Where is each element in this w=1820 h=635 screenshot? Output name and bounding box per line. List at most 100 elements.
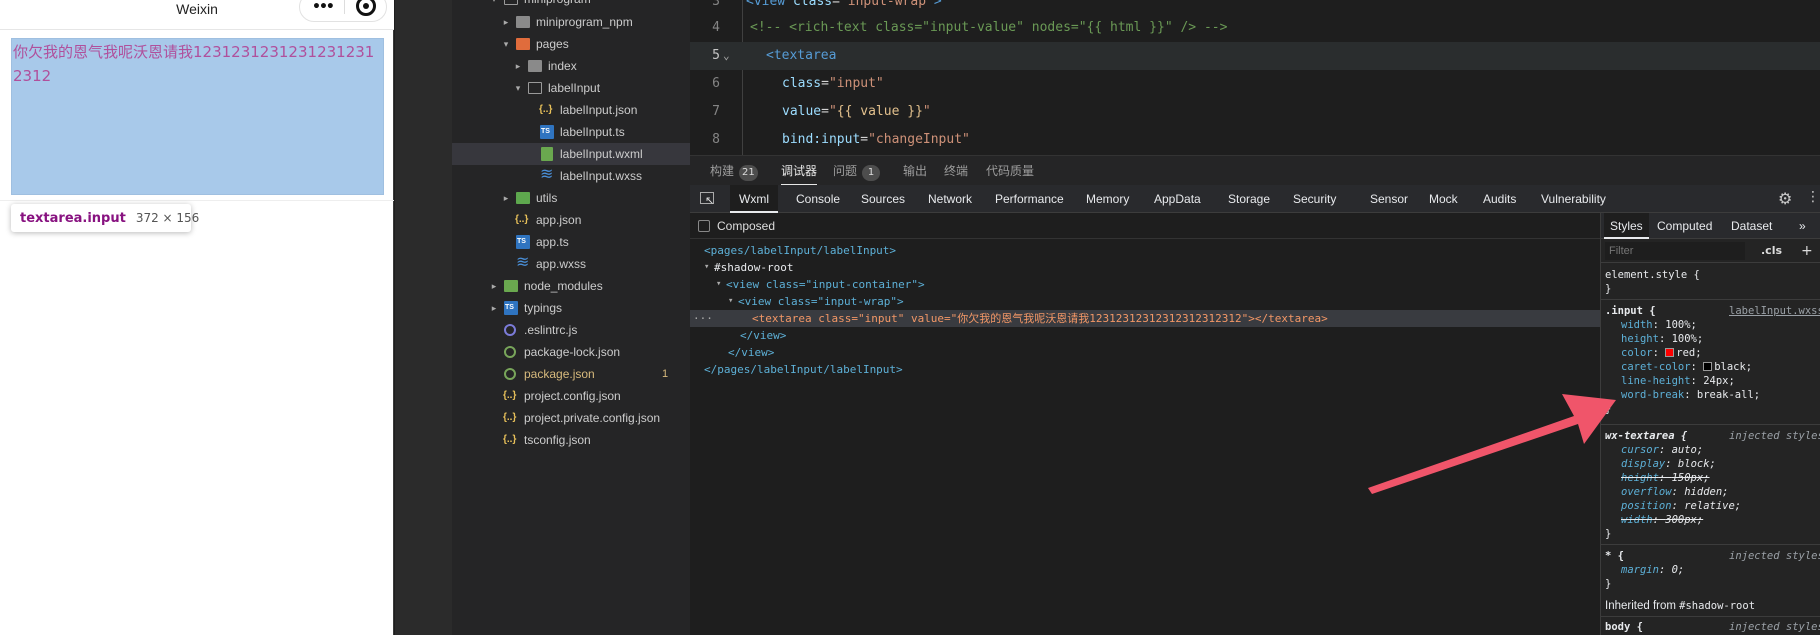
css-property-overflow[interactable]: overflow: hidden; [1621, 485, 1820, 499]
tab-debugger[interactable]: 调试器 [781, 156, 818, 186]
css-property-height[interactable]: height: 100%; [1621, 332, 1820, 346]
tab-problems[interactable]: 问题 1 [833, 156, 881, 186]
tree-item-node-modules[interactable]: ▸ node_modules [452, 275, 690, 297]
tab-sources[interactable]: Sources [852, 185, 914, 213]
css-property-line-height[interactable]: line-height: 24px; [1621, 374, 1820, 388]
more-tabs-icon[interactable]: » [1793, 213, 1812, 239]
body-rule-header[interactable]: body {injected styles [1605, 620, 1820, 634]
expand-arrow-icon[interactable]: ▾ [704, 259, 709, 276]
css-property-caret-color[interactable]: caret-color: black; [1621, 360, 1820, 374]
tree-item-typings[interactable]: ▸ typings [452, 297, 690, 319]
expand-arrow-icon[interactable]: ▾ [716, 276, 721, 293]
css-property-display[interactable]: display: block; [1621, 457, 1820, 471]
star-rule-header[interactable]: * {injected styles [1605, 549, 1820, 563]
tree-item-labelinput[interactable]: ▾ labelInput [452, 77, 690, 99]
css-property-width[interactable]: width: 300px; [1621, 513, 1820, 527]
cls-toggle-button[interactable]: .cls [1761, 239, 1782, 263]
code-line[interactable]: 6 class="input" [690, 70, 1820, 98]
tab-audits[interactable]: Audits [1474, 185, 1525, 213]
tab-vulnerability[interactable]: Vulnerability [1532, 185, 1615, 213]
tree-item-labelinput-json[interactable]: labelInput.json [452, 99, 690, 121]
tree-item-index[interactable]: ▸ index [452, 55, 690, 77]
tab-appdata[interactable]: AppData [1145, 185, 1210, 213]
expand-arrow-icon[interactable]: ▾ [728, 293, 733, 310]
add-rule-icon[interactable]: + [1801, 239, 1813, 263]
tab-code-quality[interactable]: 代码质量 [986, 156, 1034, 186]
composed-toggle[interactable]: Composed [690, 213, 1600, 239]
tab-console[interactable]: Console [787, 185, 849, 213]
input-rule-header[interactable]: .input {labelInput.wxss [1605, 304, 1820, 318]
tab-dataset[interactable]: Dataset [1725, 213, 1778, 239]
css-property-color[interactable]: color: red; [1621, 346, 1820, 360]
tab-performance[interactable]: Performance [986, 185, 1073, 213]
code-line[interactable]: 5 ⌄ <textarea [690, 42, 1820, 70]
wx-textarea-rule-header[interactable]: wx-textarea {injected styles [1605, 429, 1820, 443]
code-line[interactable]: 8 bind:input="changeInput" [690, 126, 1820, 154]
code-line[interactable]: 4 <!-- <rich-text class="input-value" nod… [690, 14, 1820, 42]
tree-item-app-json[interactable]: app.json [452, 209, 690, 231]
tree-item-app-wxss[interactable]: app.wxss [452, 252, 690, 275]
styles-filter-input[interactable] [1605, 242, 1745, 260]
gear-icon[interactable]: ⚙ [1778, 189, 1792, 208]
tree-item-miniprogram[interactable]: ▾ miniprogram [452, 0, 690, 10]
capsule-menu[interactable]: ••• [299, 0, 387, 22]
tab-output[interactable]: 输出 [903, 156, 927, 186]
tab-network[interactable]: Network [919, 185, 981, 213]
css-property-width[interactable]: width: 100%; [1621, 318, 1820, 332]
close-brace: } [1605, 578, 1612, 590]
tab-terminal[interactable]: 终端 [944, 156, 968, 186]
fold-chevron-icon[interactable]: ⌄ [723, 42, 730, 70]
dom-node-input-wrap[interactable]: ▾ <view class="input-wrap"> [690, 293, 1600, 310]
tree-item-eslintrc[interactable]: .eslintrc.js [452, 319, 690, 341]
more-icon[interactable]: ••• [312, 0, 335, 15]
tree-item-utils[interactable]: ▸ utils [452, 187, 690, 209]
dom-node-page-close[interactable]: </pages/labelInput/labelInput> [690, 361, 1600, 378]
tab-mock[interactable]: Mock [1420, 185, 1467, 213]
css-property-margin[interactable]: margin: 0; [1621, 563, 1820, 577]
tree-item-package-lock[interactable]: package-lock.json [452, 341, 690, 363]
css-property-position[interactable]: position: relative; [1621, 499, 1820, 513]
tab-sensor[interactable]: Sensor [1361, 185, 1417, 213]
dom-node-input-container-close[interactable]: </view> [690, 344, 1600, 361]
tab-wxml[interactable]: Wxml [730, 185, 778, 213]
color-swatch[interactable] [1703, 362, 1713, 371]
css-property-cursor[interactable]: cursor: auto; [1621, 443, 1820, 457]
ellipsis-icon[interactable]: ··· [693, 310, 713, 327]
close-target-icon[interactable] [356, 0, 376, 16]
tab-security[interactable]: Security [1284, 185, 1345, 213]
code-line[interactable]: 7 value="{{ value }}" [690, 98, 1820, 126]
inspect-element-icon[interactable] [700, 192, 714, 207]
tab-storage[interactable]: Storage [1219, 185, 1279, 213]
tree-item-project-private-config[interactable]: project.private.config.json [452, 407, 690, 429]
dom-node-page-open[interactable]: <pages/labelInput/labelInput> [690, 242, 1600, 259]
css-property-word-break[interactable]: word-break: break-all; [1621, 388, 1820, 402]
inherited-source[interactable]: #shadow-root [1679, 600, 1755, 612]
tree-item-package-json[interactable]: package.json 1 [452, 363, 690, 385]
code-token: > [933, 0, 942, 9]
dom-node-input-container[interactable]: ▾ <view class="input-container"> [690, 276, 1600, 293]
css-property-height[interactable]: height: 150px; [1621, 471, 1820, 485]
dom-node-textarea[interactable]: ··· <textarea class="input" value="你欠我的恩气… [690, 310, 1600, 327]
tree-item-labelinput-ts[interactable]: labelInput.ts [452, 121, 690, 143]
highlighted-textarea[interactable]: 你欠我的恩气我呢沃恩请我12312312312312312312312 [11, 38, 384, 195]
tree-item-pages[interactable]: ▾ pages [452, 33, 690, 55]
tree-item-miniprogram-npm[interactable]: ▸ miniprogram_npm [452, 11, 690, 33]
tree-item-project-config[interactable]: project.config.json [452, 385, 690, 407]
color-swatch[interactable] [1665, 348, 1675, 357]
kebab-menu-icon[interactable]: ⋮ [1806, 189, 1820, 205]
element-style-selector[interactable]: element.style { [1605, 268, 1820, 282]
tab-styles[interactable]: Styles [1604, 213, 1649, 239]
dom-node-shadow-root[interactable]: ▾ #shadow-root [690, 259, 1600, 276]
tree-item-app-ts[interactable]: app.ts [452, 231, 690, 253]
tab-build[interactable]: 构建 21 [710, 156, 758, 186]
tree-item-labelinput-wxml[interactable]: labelInput.wxml [452, 143, 690, 165]
rule-source-link[interactable]: labelInput.wxss [1729, 304, 1820, 318]
code-editor[interactable]: 3 <view class="input-wrap"> 4 <!-- <rich-te… [690, 0, 1820, 155]
tree-item-labelinput-wxss[interactable]: labelInput.wxss [452, 164, 690, 187]
tab-computed[interactable]: Computed [1651, 213, 1718, 239]
composed-checkbox[interactable] [698, 220, 710, 232]
tab-memory[interactable]: Memory [1077, 185, 1138, 213]
tree-item-tsconfig[interactable]: tsconfig.json [452, 429, 690, 451]
dom-node-input-wrap-close[interactable]: </view> [690, 327, 1600, 344]
tab-label: 调试器 [781, 164, 818, 178]
